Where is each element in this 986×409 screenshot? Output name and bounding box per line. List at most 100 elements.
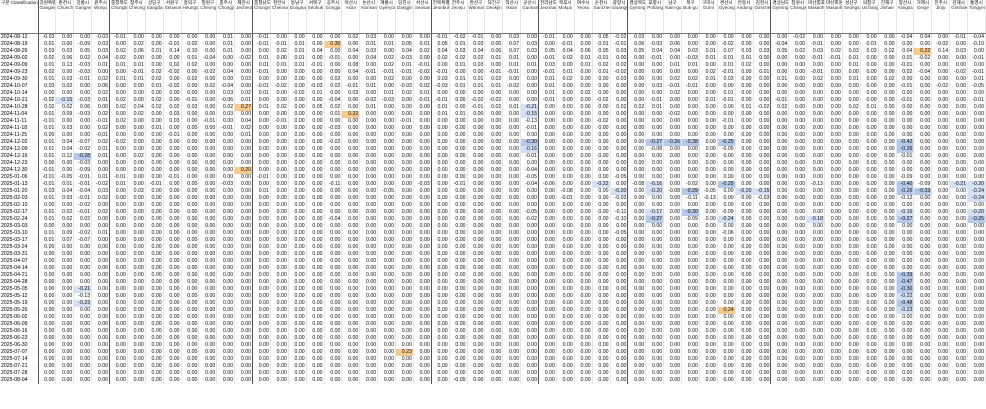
table-cell: 0.00 bbox=[484, 188, 504, 195]
table-cell: 0.00 bbox=[502, 251, 522, 258]
table-cell: -0.03 bbox=[73, 160, 93, 167]
table-cell: 0.00 bbox=[574, 328, 593, 335]
table-cell: 0.00 bbox=[842, 167, 861, 174]
table-cell: -0.30 bbox=[896, 286, 915, 293]
table-cell: 0.00 bbox=[627, 188, 647, 195]
table-cell: 0.00 bbox=[341, 349, 361, 356]
table-cell: 0.00 bbox=[306, 265, 325, 272]
table-cell: 0.00 bbox=[949, 342, 968, 349]
table-cell: 0.00 bbox=[198, 41, 218, 48]
table-cell: 0.00 bbox=[842, 335, 861, 342]
table-cell: 0.01 bbox=[699, 97, 718, 104]
table-cell: 0.02 bbox=[484, 76, 504, 83]
table-cell: 0.00 bbox=[502, 230, 522, 237]
table-cell: 0.00 bbox=[234, 349, 253, 356]
table-cell: 0.00 bbox=[395, 33, 414, 41]
table-cell: 0.00 bbox=[645, 293, 665, 300]
table-cell: 0.00 bbox=[860, 33, 879, 41]
table-cell: 0.00 bbox=[878, 342, 897, 349]
table-cell: 0.00 bbox=[645, 202, 665, 209]
table-cell: 0.00 bbox=[181, 244, 200, 251]
table-cell: 0.00 bbox=[967, 279, 986, 286]
table-cell: 0.00 bbox=[574, 265, 593, 272]
table-cell: 0.00 bbox=[556, 174, 575, 181]
table-cell: 0.00 bbox=[359, 90, 379, 97]
table-cell: 0.00 bbox=[449, 321, 468, 328]
table-cell: 0.00 bbox=[878, 314, 897, 321]
table-cell: 0.00 bbox=[181, 335, 200, 342]
table-cell: 0.00 bbox=[824, 300, 843, 307]
table-cell: 0.00 bbox=[216, 62, 236, 69]
table-row: 2025-05-05 0.00 0.00 -0.21 0.00 0.00 0.00 0.00 0… bbox=[0, 286, 986, 293]
table-cell: 0.00 bbox=[145, 139, 164, 146]
table-cell: -0.02 bbox=[949, 69, 968, 76]
table-cell: 0.04 bbox=[359, 55, 379, 62]
table-cell: 0.00 bbox=[896, 244, 915, 251]
table-cell: 0.00 bbox=[449, 69, 468, 76]
table-cell: -0.01 bbox=[538, 97, 557, 104]
table-cell: 0.00 bbox=[306, 167, 325, 174]
table-cell: 0.00 bbox=[234, 216, 253, 223]
table-cell: 0.02 bbox=[377, 55, 396, 62]
table-cell: 0.00 bbox=[341, 97, 361, 104]
table-cell: 0.00 bbox=[484, 342, 504, 349]
table-cell: 0.00 bbox=[556, 118, 575, 125]
row-date: 2025-05-12 bbox=[0, 293, 39, 300]
table-cell: 0.00 bbox=[91, 363, 110, 370]
table-cell: 0.00 bbox=[431, 377, 450, 384]
column-header: 완산구 Wansan bbox=[467, 0, 486, 34]
table-cell: 0.00 bbox=[91, 167, 110, 174]
table-cell: 0.00 bbox=[127, 118, 146, 125]
table-cell: 0.00 bbox=[949, 265, 968, 272]
table-cell: 0.00 bbox=[788, 335, 808, 342]
table-cell: 0.00 bbox=[216, 279, 236, 286]
table-cell: 0.03 bbox=[806, 48, 825, 55]
table-cell: 0.00 bbox=[770, 307, 790, 314]
table-cell: 0.00 bbox=[645, 321, 665, 328]
table-cell: 0.00 bbox=[484, 209, 504, 216]
table-cell: 0.00 bbox=[645, 300, 665, 307]
table-cell: 0.00 bbox=[949, 321, 968, 328]
table-cell: 0.00 bbox=[770, 335, 790, 342]
table-cell: 0.02 bbox=[73, 55, 93, 62]
table-cell: 0.00 bbox=[359, 230, 379, 237]
table-cell: 0.00 bbox=[520, 342, 539, 349]
table-cell: 0.00 bbox=[717, 167, 736, 174]
table-row: 2025-07-14 0.00 0.00 0.00 0.00 0.00 0.00 0.00 0.… bbox=[0, 356, 986, 363]
table-cell: 0.00 bbox=[753, 33, 772, 41]
table-cell: 0.00 bbox=[359, 328, 379, 335]
table-cell: 0.00 bbox=[824, 104, 843, 111]
table-cell: 0.00 bbox=[735, 300, 754, 307]
table-cell: 0.00 bbox=[216, 146, 236, 153]
table-cell: 0.00 bbox=[216, 244, 236, 251]
table-cell: 0.00 bbox=[860, 153, 879, 160]
table-cell: 0.00 bbox=[949, 174, 968, 181]
table-cell: 0.00 bbox=[395, 377, 414, 384]
table-cell: 0.00 bbox=[627, 118, 647, 125]
table-cell: 0.00 bbox=[145, 237, 164, 244]
table-cell: 0.00 bbox=[145, 160, 164, 167]
table-cell: 0.00 bbox=[377, 251, 396, 258]
table-cell: 0.00 bbox=[449, 293, 468, 300]
column-header-en: Cheonan bbox=[271, 5, 288, 11]
table-cell: 0.00 bbox=[610, 342, 629, 349]
table-cell: 0.00 bbox=[288, 363, 307, 370]
table-cell: 0.00 bbox=[753, 377, 772, 384]
table-cell: 0.00 bbox=[860, 202, 879, 209]
table-cell: 0.00 bbox=[574, 237, 593, 244]
table-cell: 0.00 bbox=[967, 328, 986, 335]
table-cell: 0.00 bbox=[467, 265, 486, 272]
column-header: 서북구 Seobuk bbox=[306, 0, 325, 34]
table-cell: 0.00 bbox=[627, 230, 647, 237]
table-cell: 0.01 bbox=[538, 76, 557, 83]
table-cell: 0.00 bbox=[127, 244, 146, 251]
table-cell: 0.00 bbox=[842, 83, 861, 90]
table-cell: 0.00 bbox=[502, 258, 522, 265]
row-date: 2024-12-30 bbox=[0, 167, 39, 174]
table-cell: 0.00 bbox=[645, 377, 665, 384]
column-header: 의창구 Uichang bbox=[860, 0, 879, 34]
table-cell: -0.02 bbox=[592, 97, 611, 104]
table-cell: 0.01 bbox=[91, 174, 110, 181]
table-cell: 0.00 bbox=[931, 349, 951, 356]
table-cell: 0.00 bbox=[645, 258, 665, 265]
